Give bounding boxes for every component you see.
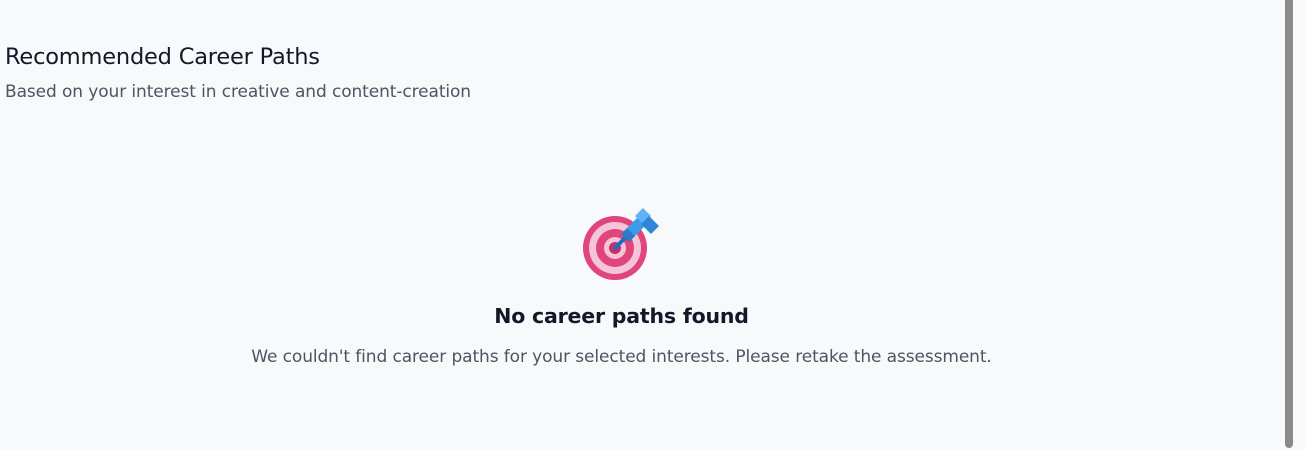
- main-content: Recommended Career Paths Based on your i…: [0, 0, 1283, 450]
- empty-state-title: No career paths found: [494, 304, 749, 328]
- empty-state: No career paths found We couldn't find c…: [0, 206, 1243, 369]
- empty-state-message: We couldn't find career paths for your s…: [251, 347, 992, 367]
- scrollbar-thumb[interactable]: [1285, 0, 1293, 448]
- page-title: Recommended Career Paths: [5, 44, 320, 70]
- target-dart-icon: [582, 208, 659, 280]
- career-paths-page: Recommended Career Paths Based on your i…: [0, 0, 1305, 450]
- page-subtitle: Based on your interest in creative and c…: [5, 82, 471, 102]
- vertical-scrollbar[interactable]: [1283, 0, 1305, 450]
- section-header: Recommended Career Paths Based on your i…: [5, 40, 471, 104]
